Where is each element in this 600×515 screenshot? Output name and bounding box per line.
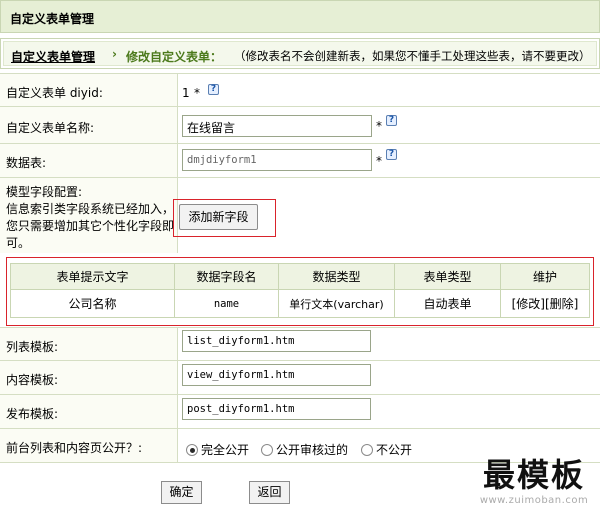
table-label-cell: 数据表:: [0, 144, 178, 177]
field-prompt-cell: 公司名称: [10, 289, 175, 318]
view-template-row: 内容模板: view_diyform1.htm: [0, 361, 600, 395]
view-template-input[interactable]: view_diyform1.htm: [182, 364, 371, 386]
column-header: 表单提示文字: [10, 263, 175, 290]
model-fields-hint-2: 您只需要增加其它个性化字段即: [6, 219, 175, 233]
public-option-approved[interactable]: 公开审核过的: [261, 441, 348, 458]
required-star: *: [194, 86, 200, 100]
radio-icon[interactable]: [261, 444, 273, 456]
page-title: 自定义表单管理: [10, 12, 95, 26]
diyid-value: 1: [182, 86, 190, 100]
column-header: 数据类型: [278, 263, 395, 290]
add-field-button[interactable]: 添加新字段: [179, 204, 258, 230]
column-header: 表单类型: [394, 263, 501, 290]
public-option-none[interactable]: 不公开: [361, 441, 412, 458]
table-row: 公司名称 name 单行文本(varchar) 自动表单 [修改][删除]: [10, 289, 590, 318]
breadcrumb-root-link[interactable]: 自定义表单管理: [11, 48, 95, 65]
watermark-logo: 最模板 www.zuimoban.com: [468, 455, 600, 515]
back-button[interactable]: 返回: [249, 481, 290, 504]
name-label-cell: 自定义表单名称:: [0, 107, 178, 143]
post-template-label-cell: 发布模板:: [0, 395, 178, 428]
help-icon[interactable]: ?: [386, 115, 397, 126]
name-value-cell: 在线留言 * ?: [179, 107, 600, 143]
table-name-input[interactable]: dmjdiyform1: [182, 149, 372, 171]
list-template-label: 列表模板:: [6, 340, 59, 354]
confirm-button[interactable]: 确定: [161, 481, 202, 504]
column-header: 数据字段名: [174, 263, 279, 290]
breadcrumb-note: （修改表名不会创建新表，如果您不懂手工处理这些表，请不要更改）: [234, 49, 591, 63]
form-name-input[interactable]: 在线留言: [182, 115, 372, 137]
page-header: 自定义表单管理: [0, 0, 600, 33]
name-label: 自定义表单名称:: [6, 121, 95, 135]
radio-selected-icon[interactable]: [186, 444, 198, 456]
post-template-value-cell: post_diyform1.htm: [179, 395, 600, 428]
table-label: 数据表:: [6, 156, 47, 170]
list-template-input[interactable]: list_diyform1.htm: [182, 330, 371, 352]
fields-table: 表单提示文字 数据字段名 数据类型 表单类型 维护 公司名称 name 单行文本…: [10, 263, 590, 318]
diyid-label: 自定义表单 diyid:: [6, 86, 103, 100]
delete-field-link[interactable]: [删除]: [545, 297, 578, 311]
public-option-none-label: 不公开: [376, 443, 413, 457]
help-icon[interactable]: ?: [386, 149, 397, 160]
edit-field-link[interactable]: [修改]: [512, 297, 545, 311]
table-row: 数据表: dmjdiyform1 * ?: [0, 144, 600, 178]
list-template-value-cell: list_diyform1.htm: [179, 328, 600, 360]
diyid-value-cell: 1 * ?: [179, 74, 600, 106]
post-template-label: 发布模板:: [6, 407, 59, 421]
model-fields-label-cell: 模型字段配置: 信息索引类字段系统已经加入， 您只需要增加其它个性化字段即 可。: [0, 178, 178, 253]
help-icon[interactable]: ?: [208, 84, 219, 95]
field-datatype-cell: 单行文本(varchar): [278, 289, 395, 318]
required-star: *: [376, 119, 382, 133]
model-fields-label: 模型字段配置:: [6, 185, 83, 199]
column-header: 维护: [500, 263, 590, 290]
model-fields-hint-1: 信息索引类字段系统已经加入，: [6, 202, 175, 216]
post-template-input[interactable]: post_diyform1.htm: [182, 398, 371, 420]
list-template-row: 列表模板: list_diyform1.htm: [0, 327, 600, 361]
diyid-row: 自定义表单 diyid: 1 * ?: [0, 73, 600, 107]
field-formtype-cell: 自动表单: [394, 289, 501, 318]
radio-icon[interactable]: [361, 444, 373, 456]
post-template-row: 发布模板: post_diyform1.htm: [0, 395, 600, 429]
list-template-label-cell: 列表模板:: [0, 328, 178, 360]
breadcrumb: 自定义表单管理 › 修改自定义表单： （修改表名不会创建新表，如果您不懂手工处理…: [0, 38, 600, 69]
public-option-all-label: 完全公开: [201, 443, 250, 457]
required-star: *: [376, 154, 382, 168]
field-name-cell: name: [174, 289, 279, 318]
view-template-label: 内容模板:: [6, 373, 59, 387]
watermark-text: 最模板: [482, 456, 585, 494]
public-option-all[interactable]: 完全公开: [186, 441, 249, 458]
view-template-label-cell: 内容模板:: [0, 361, 178, 394]
fields-table-header: 表单提示文字 数据字段名 数据类型 表单类型 维护: [10, 263, 590, 290]
model-fields-hint-3: 可。: [6, 236, 31, 250]
field-actions-cell: [修改][删除]: [500, 289, 590, 318]
breadcrumb-current: 修改自定义表单：: [126, 50, 223, 64]
public-label-cell: 前台列表和内容页公开？:: [0, 429, 178, 462]
diyid-label-cell: 自定义表单 diyid:: [0, 74, 178, 106]
watermark-url: www.zuimoban.com: [479, 495, 589, 506]
breadcrumb-separator-icon: ›: [112, 47, 117, 61]
table-value-cell: dmjdiyform1 * ?: [179, 144, 600, 177]
public-option-approved-label: 公开审核过的: [276, 443, 349, 457]
name-row: 自定义表单名称: 在线留言 * ?: [0, 107, 600, 144]
public-label: 前台列表和内容页公开？:: [6, 441, 143, 455]
view-template-value-cell: view_diyform1.htm: [179, 361, 600, 394]
